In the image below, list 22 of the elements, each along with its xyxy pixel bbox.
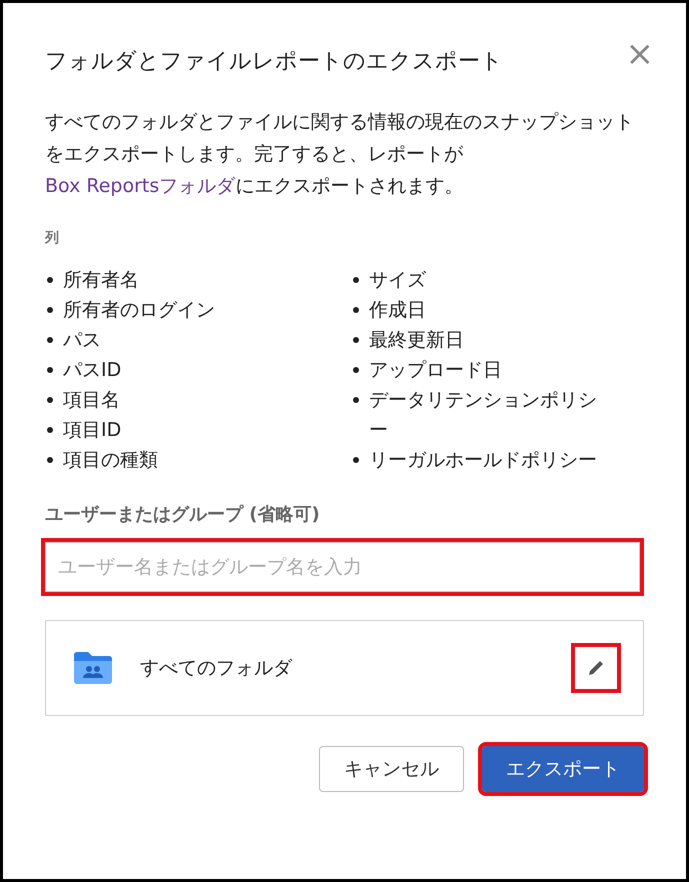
- column-name: 項目の種類: [63, 448, 158, 473]
- export-button[interactable]: エクスポート: [482, 746, 644, 792]
- box-reports-link[interactable]: Box Reportsフォルダ: [45, 175, 236, 197]
- column-name: 所有者名: [63, 268, 139, 293]
- folder-name: すべてのフォルダ: [140, 656, 294, 681]
- column-name: 項目ID: [63, 418, 122, 443]
- close-button[interactable]: ×: [626, 37, 654, 71]
- column-name: 最終更新日: [369, 328, 464, 353]
- column-name: パス: [63, 328, 101, 353]
- column-name: データリテンションポリシー: [369, 388, 598, 443]
- columns-label: 列: [45, 229, 60, 248]
- dialog-title: フォルダとファイルレポートのエクスポート: [45, 48, 503, 76]
- column-name: アップロード日: [369, 358, 502, 383]
- column-name: 作成日: [369, 298, 426, 323]
- column-name: パスID: [63, 358, 122, 383]
- field-label: ユーザーまたはグループ (省略可): [45, 503, 321, 527]
- cancel-button[interactable]: キャンセル: [319, 746, 464, 792]
- column-name: リーガルホールドポリシー: [369, 448, 597, 473]
- column-name: 所有者のログイン: [63, 298, 215, 323]
- description: すべてのフォルダとファイルに関する情報の現在のスナップショットをエクスポートします。完了すると、レポートが Box Reportsフォルダにエクスポートされます。: [45, 110, 635, 199]
- column-name: サイズ: [369, 268, 426, 293]
- column-name: 項目名: [63, 388, 120, 413]
